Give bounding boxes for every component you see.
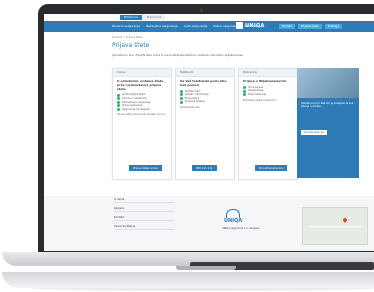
check-item: Osiguranje od nezgode	[117, 108, 167, 112]
report-online-button[interactable]: Prijava štete online	[129, 165, 162, 171]
help-panel: Trebate pomoć? Naš tim je dostupan za sv…	[297, 68, 359, 178]
nav-item-nonlife[interactable]: Neživotno osiguranje	[146, 24, 178, 28]
tab-individuals[interactable]: Fizička lica	[120, 15, 142, 20]
find-branch-button[interactable]: Pronađi poslovnicu	[255, 165, 288, 171]
map-road	[309, 226, 361, 227]
uniqa-logo-icon	[226, 209, 241, 218]
check-item: Dokumentacija	[243, 93, 293, 97]
breadcrumb[interactable]: Početna > Prijava štete	[112, 36, 142, 39]
search-link[interactable]: Pretraga	[324, 24, 342, 29]
card-header: Online	[113, 69, 171, 77]
card-header-label: Poslovnica	[243, 71, 257, 74]
footer-logo: UNIQA	[224, 209, 242, 224]
top-bar	[44, 14, 374, 20]
page-title-text: Prijava štete	[112, 42, 150, 49]
footer-link[interactable]: O nama	[114, 198, 174, 203]
contact-link[interactable]: Kontakt	[279, 24, 295, 29]
nav-item-travel[interactable]: Putno osiguranje	[213, 24, 238, 28]
audience-tabs: Fizička lica Pravna lica	[120, 15, 166, 20]
footer-logo-text: UNIQA	[224, 218, 243, 224]
tab-companies[interactable]: Pravna lica	[142, 15, 166, 20]
card-header: Telefonom	[176, 69, 234, 77]
card-note: Pronađite najbližu poslovnicu	[243, 98, 277, 102]
location-map[interactable]	[302, 207, 368, 245]
trackpad-notch	[176, 266, 236, 270]
check-label: Dokumentacija	[248, 92, 266, 96]
laptop-screen: Fizička lica Pravna lica Životno osigura…	[44, 14, 374, 251]
check-label: Praćenje statusa	[185, 100, 205, 104]
check-icon	[117, 108, 120, 112]
check-item: Praćenje statusa	[180, 100, 230, 104]
card-header-label: Online	[117, 71, 126, 74]
card-body: U određenim vrstama štete, brza i jednos…	[113, 77, 171, 119]
claim-options: Online U određenim vrstama štete, brza i…	[112, 68, 298, 180]
card-title: U određenim vrstama štete, brza i jednos…	[117, 79, 165, 91]
card-note: Kontaktirajte nas	[180, 105, 200, 109]
help-contact-button[interactable]: Kontaktirajte nas	[301, 130, 328, 135]
page-title: Prijava štete	[112, 42, 149, 49]
footer-link[interactable]: Kontakt	[114, 216, 174, 221]
check-icon	[180, 89, 183, 93]
help-photo	[297, 68, 359, 98]
check-label: Osiguranje od nezgode	[122, 107, 150, 111]
footer-links: O nama Karijera Kontakt Uslovi korištenj…	[114, 198, 174, 230]
footer-link[interactable]: Karijera	[114, 207, 174, 212]
card-title: Za Vaš telefonski poziv bilo kad pomoći	[180, 79, 227, 87]
check-icon	[117, 100, 120, 104]
card-header: Poslovnica	[239, 69, 297, 77]
intro-text: Jednostavno i brzo. Prijavite štetu onli…	[112, 54, 244, 57]
map-pin-icon	[342, 217, 348, 223]
logo-text: UNIQA	[245, 22, 265, 29]
card-note: Za sve ostale informacije obratite nam s…	[117, 113, 165, 117]
card-header-label: Telefonom	[180, 71, 194, 74]
check-icon	[243, 89, 246, 93]
report-claim-link[interactable]: Prijavite štetu	[297, 24, 322, 29]
footer-link[interactable]: Uslovi korištenja	[114, 225, 174, 230]
nav-actions: Kontakt Prijavite štetu Pretraga	[279, 24, 342, 29]
nav-item-auto[interactable]: Auto osiguranje	[184, 24, 208, 28]
call-phone-button[interactable]: 080 111 111	[192, 165, 217, 171]
brand-logo[interactable]: UNIQA	[236, 22, 265, 29]
webcam	[200, 9, 203, 12]
check-icon	[117, 93, 120, 97]
laptop-frame: Fizička lica Pravna lica Životno osigura…	[0, 0, 374, 292]
claim-card-phone: Telefonom Za Vaš telefonski poziv bilo k…	[175, 68, 235, 180]
check-icon	[243, 93, 246, 97]
check-icon	[180, 100, 183, 104]
help-text: Trebate pomoć? Naš tim je dostupan za sv…	[301, 102, 354, 109]
card-title: Prijava u filijali/poslovnici	[243, 79, 287, 83]
base-front	[2, 272, 374, 288]
claim-card-branch: Poslovnica Prijava u filijali/poslovnici…	[238, 68, 298, 180]
card-body: Prijava u filijali/poslovnici Lična prij…	[239, 77, 297, 105]
card-body: Za Vaš telefonski poziv bilo kad pomoći …	[176, 77, 234, 112]
nav-item-life[interactable]: Životno osiguranje	[112, 24, 140, 28]
footer-company: UNIQA osiguranje d.d. Sarajevo	[222, 227, 260, 230]
claim-card-online: Online U određenim vrstama štete, brza i…	[112, 68, 172, 180]
main-nav: Životno osiguranje Neživotno osiguranje …	[44, 21, 374, 32]
uniqa-logo-icon	[236, 22, 243, 29]
